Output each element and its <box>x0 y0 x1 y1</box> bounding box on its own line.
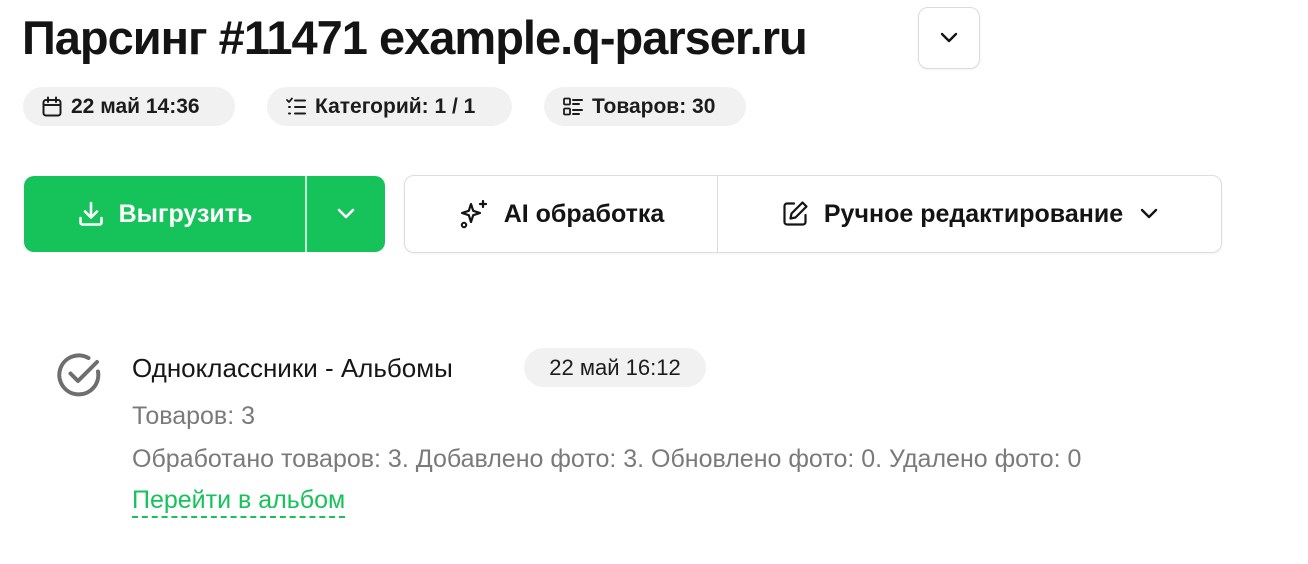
date-chip: 22 май 14:36 <box>23 87 235 126</box>
chevron-down-icon <box>336 208 356 220</box>
chevron-down-icon <box>1139 208 1159 220</box>
check-circle-icon <box>56 351 104 404</box>
page-title: Парсинг #11471 example.q-parser.ru <box>22 11 808 64</box>
page: Парсинг #11471 example.q-parser.ru 22 ма… <box>0 0 1308 564</box>
edit-icon <box>780 199 810 229</box>
log-entry-title: Одноклассники - Альбомы <box>132 353 453 383</box>
export-button[interactable]: Выгрузить <box>24 176 305 252</box>
processing-button-group: AI обработка Ручное редактирование <box>404 175 1222 253</box>
grid-list-icon <box>562 96 584 118</box>
list-icon <box>285 96 307 118</box>
categories-chip-label: Категорий: 1 / 1 <box>315 94 476 118</box>
export-button-group: Выгрузить <box>24 176 385 252</box>
manual-edit-label: Ручное редактирование <box>823 199 1124 228</box>
calendar-icon <box>41 96 63 118</box>
export-button-label: Выгрузить <box>118 199 253 228</box>
go-to-album-link[interactable]: Перейти в альбом <box>132 484 346 518</box>
categories-chip: Категорий: 1 / 1 <box>267 87 512 126</box>
download-icon <box>77 200 105 228</box>
log-entry-stats: Обработано товаров: 3. Добавлено фото: 3… <box>132 445 1082 473</box>
chevron-down-icon <box>939 32 959 44</box>
log-entry-goods-count: Товаров: 3 <box>132 402 256 430</box>
title-dropdown-button[interactable] <box>918 7 980 69</box>
manual-edit-button[interactable]: Ручное редактирование <box>718 176 1221 252</box>
log-entry-time-badge: 22 май 16:12 <box>524 348 706 387</box>
sparkles-icon <box>458 198 490 230</box>
goods-chip-label: Товаров: 30 <box>592 94 716 118</box>
date-chip-label: 22 май 14:36 <box>71 94 200 118</box>
goods-chip: Товаров: 30 <box>544 87 746 126</box>
export-dropdown-button[interactable] <box>307 176 385 252</box>
ai-processing-label: AI обработка <box>503 199 665 228</box>
ai-processing-button[interactable]: AI обработка <box>405 176 717 252</box>
